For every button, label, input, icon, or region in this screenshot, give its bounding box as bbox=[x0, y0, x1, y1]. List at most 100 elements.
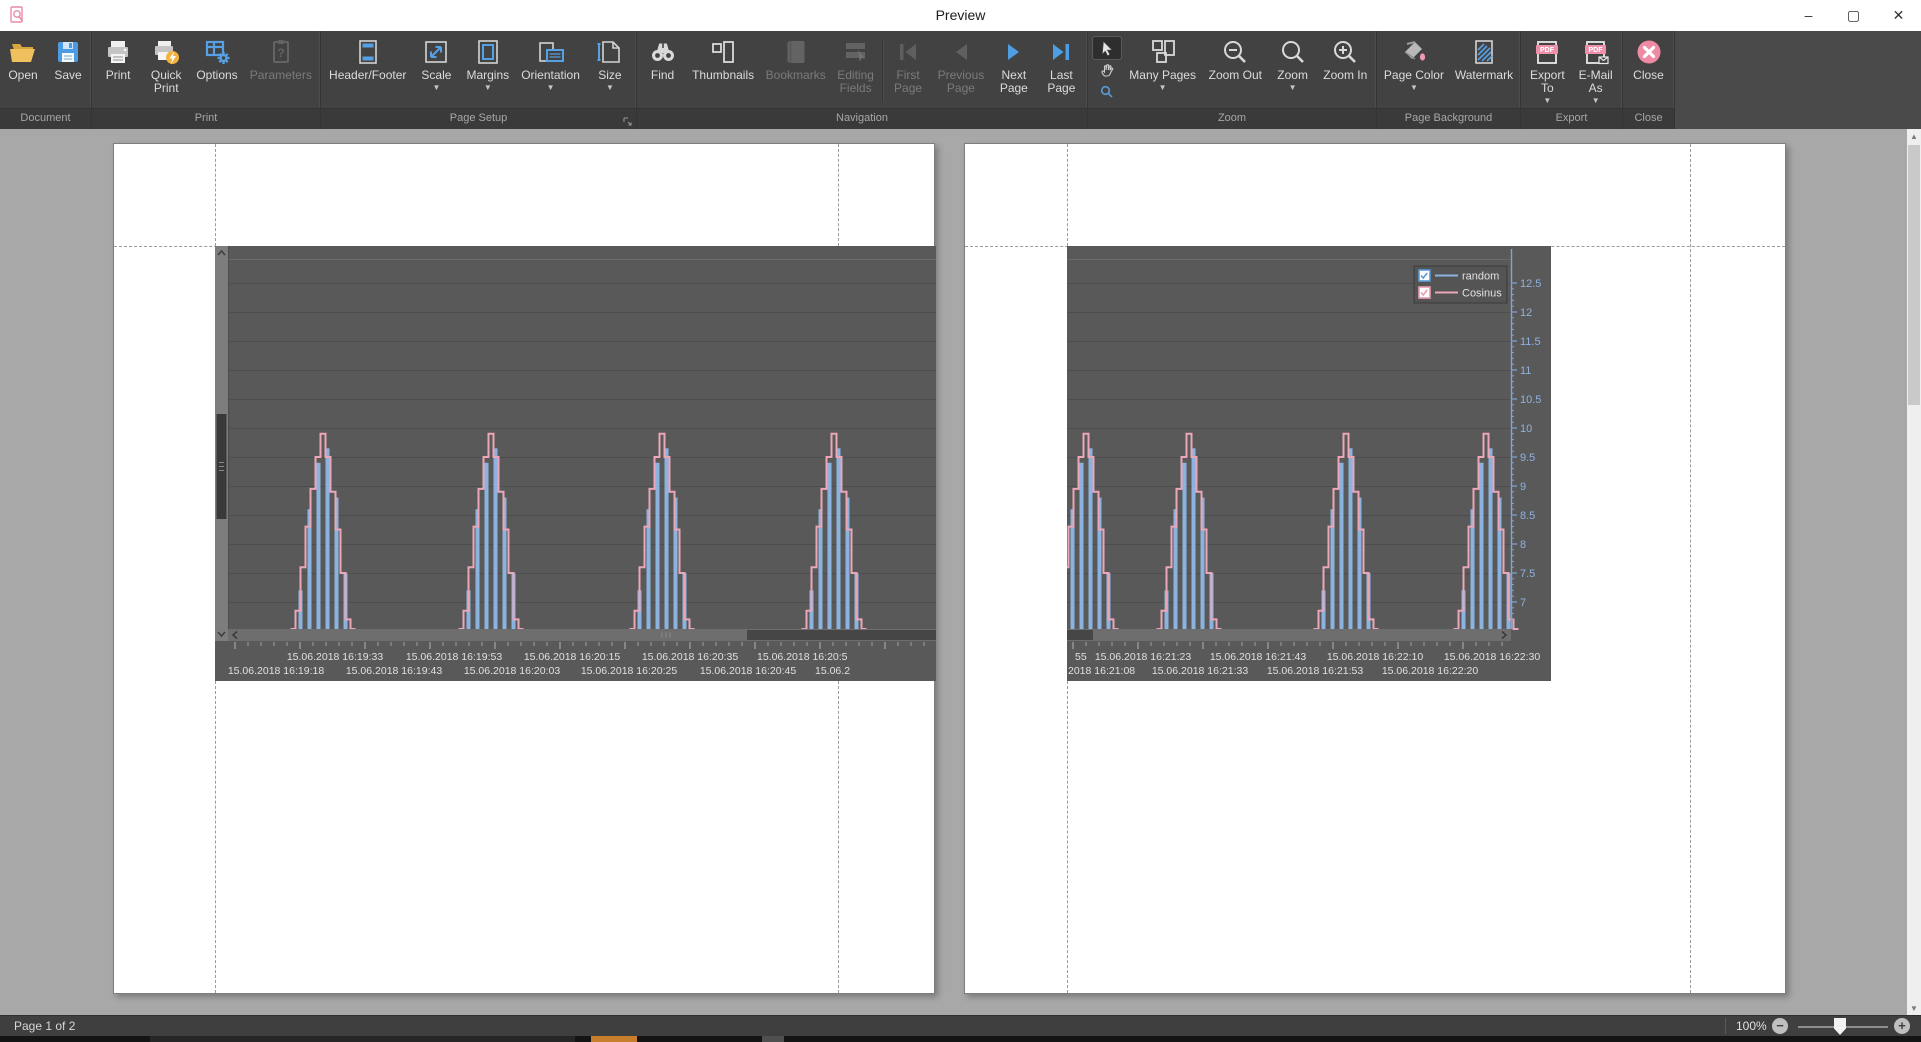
close-preview-button[interactable]: Close bbox=[1627, 35, 1671, 82]
svg-text:?: ? bbox=[277, 46, 284, 60]
button-caption: Open bbox=[8, 69, 37, 82]
parameters-icon: ? bbox=[266, 37, 296, 67]
thumbnails-icon bbox=[708, 37, 738, 67]
button-caption: Page Color bbox=[1384, 69, 1444, 82]
dropdown-arrow-icon: ▼ bbox=[432, 84, 440, 92]
y-axis-label: 11 bbox=[1520, 365, 1531, 377]
margins-button[interactable]: Margins▼ bbox=[462, 35, 513, 92]
save-button[interactable]: Save bbox=[46, 35, 90, 82]
dropdown-arrow-icon: ▼ bbox=[484, 84, 492, 92]
x-axis-label: 15.06.2018 16:19:33 bbox=[287, 651, 384, 663]
editing-fields-button: Editing Fields bbox=[833, 35, 878, 95]
button-caption: Scale bbox=[421, 69, 451, 82]
open-button[interactable]: Open bbox=[1, 35, 45, 82]
page-color-button[interactable]: Page Color▼ bbox=[1380, 35, 1448, 92]
vertical-scrollbar-thumb[interactable] bbox=[1908, 145, 1920, 405]
bar-random bbox=[1489, 448, 1493, 629]
print-button[interactable]: Print bbox=[96, 35, 140, 82]
zoom-out-button[interactable]: − bbox=[1772, 1018, 1788, 1034]
scroll-up-icon[interactable]: ▲ bbox=[1907, 129, 1921, 143]
zoom-slider-thumb[interactable] bbox=[1834, 1018, 1846, 1035]
parameters-button: ?Parameters bbox=[246, 35, 316, 82]
scale-button[interactable]: Scale ▼ bbox=[414, 35, 458, 92]
bar-random bbox=[656, 463, 660, 629]
margin-guide-left-lower[interactable] bbox=[1067, 681, 1068, 993]
email-pdf-icon: PDF bbox=[1581, 37, 1611, 67]
group-inner-divider bbox=[882, 40, 883, 102]
hand-tool-button[interactable] bbox=[1093, 59, 1121, 81]
vertical-scrollbar[interactable]: ▲ ▼ bbox=[1907, 129, 1921, 1015]
taskbar-sliver bbox=[0, 1036, 1921, 1042]
zoom-out-button[interactable]: Zoom Out bbox=[1205, 35, 1266, 82]
preview-page-1: 15.06.2018 16:19:3315.06.2018 16:19:5315… bbox=[113, 143, 935, 994]
margin-guide-right-upper[interactable] bbox=[838, 144, 839, 246]
many-pages-button[interactable]: Many Pages▼ bbox=[1125, 35, 1200, 92]
button-caption: Previous Page bbox=[938, 69, 985, 95]
minimize-button[interactable]: – bbox=[1786, 0, 1831, 30]
orientation-button[interactable]: Orientation▼ bbox=[517, 35, 584, 92]
email-as-button[interactable]: PDFE-Mail As▼ bbox=[1574, 35, 1618, 105]
title-bar: Preview – ▢ ✕ bbox=[0, 0, 1921, 31]
margin-guide-left-lower[interactable] bbox=[215, 681, 216, 993]
next-page-button[interactable]: Next Page bbox=[992, 35, 1036, 95]
y-axis-label: 9.5 bbox=[1520, 452, 1535, 464]
bookmarks-icon bbox=[781, 37, 811, 67]
bar-random bbox=[1183, 463, 1187, 629]
thumbnails-button[interactable]: Thumbnails bbox=[688, 35, 758, 82]
find-button[interactable]: Find bbox=[641, 35, 685, 82]
margin-guide-left-upper[interactable] bbox=[1067, 144, 1068, 246]
button-caption: Many Pages bbox=[1129, 69, 1196, 82]
header-footer-button[interactable]: Header/Footer bbox=[325, 35, 410, 82]
y-axis-label: 9 bbox=[1520, 481, 1526, 493]
watermark-button[interactable]: Watermark bbox=[1451, 35, 1517, 82]
report-chart-page-1: 15.06.2018 16:19:3315.06.2018 16:19:5315… bbox=[215, 246, 936, 681]
bar-random bbox=[1192, 448, 1196, 629]
scroll-down-icon[interactable]: ▼ bbox=[1907, 1001, 1921, 1015]
size-button[interactable]: Size▼ bbox=[588, 35, 632, 92]
header-footer-icon bbox=[353, 37, 383, 67]
zoom-menu-button[interactable]: Zoom▼ bbox=[1271, 35, 1315, 92]
x-axis-label: 15.06.2018 16:20:5 bbox=[757, 651, 848, 663]
chart-hscrollbar-thumb bbox=[1067, 630, 1093, 640]
taskbar-segment-gray bbox=[762, 1036, 784, 1042]
window-title: Preview bbox=[0, 7, 1921, 23]
options-button[interactable]: Options bbox=[192, 35, 241, 82]
watermark-icon bbox=[1469, 37, 1499, 67]
button-caption: Watermark bbox=[1455, 69, 1513, 82]
button-caption: Print bbox=[106, 69, 131, 82]
bar-random bbox=[1349, 448, 1353, 629]
ribbon-group-print: PrintQuick PrintOptions?ParametersPrint bbox=[92, 31, 321, 129]
svg-text:PDF: PDF bbox=[1540, 47, 1555, 54]
open-icon bbox=[8, 37, 38, 67]
last-page-button[interactable]: Last Page bbox=[1039, 35, 1083, 95]
previous-page-button: Previous Page bbox=[934, 35, 989, 95]
button-caption: Quick Print bbox=[151, 69, 182, 95]
margin-guide-left-upper[interactable] bbox=[215, 144, 216, 246]
quick-print-button[interactable]: Quick Print bbox=[144, 35, 188, 95]
close-window-button[interactable]: ✕ bbox=[1876, 0, 1921, 30]
bar-random bbox=[326, 448, 330, 629]
magnifier-tool-button[interactable] bbox=[1093, 81, 1121, 103]
margin-guide-right-lower[interactable] bbox=[838, 681, 839, 993]
button-caption: Export To bbox=[1530, 69, 1565, 95]
zoom-in-button[interactable]: Zoom In bbox=[1319, 35, 1371, 82]
x-axis-label: 15.06.2018 16:22:30 bbox=[1444, 651, 1541, 663]
margin-guide-right[interactable] bbox=[1690, 144, 1691, 993]
button-caption: Last Page bbox=[1047, 69, 1075, 95]
ribbon-group-navigation: FindThumbnailsBookmarksEditing FieldsFir… bbox=[637, 31, 1088, 129]
save-icon bbox=[53, 37, 83, 67]
x-axis-label: 15.06.2018 16:20:03 bbox=[464, 665, 561, 677]
button-caption: Thumbnails bbox=[692, 69, 754, 82]
button-caption: Orientation bbox=[521, 69, 580, 82]
y-axis-label: 12.5 bbox=[1520, 278, 1541, 290]
zoom-in-button[interactable]: + bbox=[1894, 1018, 1910, 1034]
export-to-button[interactable]: PDFExport To▼ bbox=[1525, 35, 1569, 105]
margins-icon bbox=[473, 37, 503, 67]
group-label-document: Document bbox=[0, 108, 91, 129]
y-axis-label: 12 bbox=[1520, 307, 1532, 319]
pointer-tool-button[interactable] bbox=[1093, 37, 1121, 59]
maximize-button[interactable]: ▢ bbox=[1831, 0, 1876, 30]
bar-random bbox=[494, 448, 498, 629]
bar-random bbox=[665, 448, 669, 629]
zoom-in-icon bbox=[1330, 37, 1360, 67]
